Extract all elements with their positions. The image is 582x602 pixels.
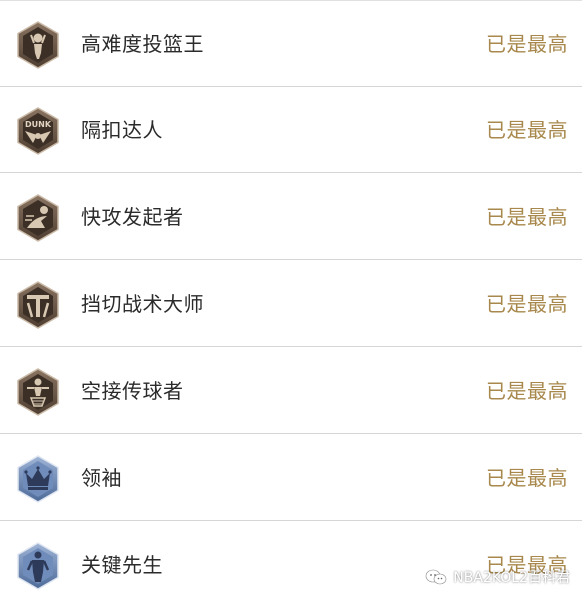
clutch-player-badge-icon (17, 542, 59, 590)
badge-name: 关键先生 (81, 553, 163, 577)
badge-list: 高难度投篮王 已是最高 DUNK 隔扣达人 已是最高 快攻发起者 已是最高 挡切… (0, 0, 582, 602)
badge-row-alley-oop[interactable]: 空接传球者 已是最高 (0, 348, 582, 434)
alley-oop-badge-icon (17, 368, 59, 416)
wechat-icon (425, 569, 447, 585)
badge-status: 已是最高 (486, 205, 568, 229)
badge-name: 挡切战术大师 (81, 292, 204, 316)
badge-row-leader[interactable]: 领袖 已是最高 (0, 435, 582, 521)
dunk-badge-icon: DUNK (17, 107, 59, 155)
badge-status: 已是最高 (486, 32, 568, 56)
fast-break-badge-icon (17, 194, 59, 242)
badge-row-clutch[interactable]: 关键先生 已是最高 (0, 522, 582, 602)
pick-and-roll-badge-icon (17, 281, 59, 329)
watermark-text: NBA2KOL2百科君 (453, 570, 570, 586)
tough-shot-badge-icon (17, 21, 59, 69)
badge-row-dunk[interactable]: DUNK 隔扣达人 已是最高 (0, 87, 582, 173)
badge-row-pick-and-roll[interactable]: 挡切战术大师 已是最高 (0, 261, 582, 347)
dunk-icon-text: DUNK (25, 120, 52, 129)
badge-row-fast-break[interactable]: 快攻发起者 已是最高 (0, 174, 582, 260)
badge-row-tough-shot[interactable]: 高难度投篮王 已是最高 (0, 1, 582, 87)
badge-name: 高难度投篮王 (81, 32, 204, 56)
badge-name: 快攻发起者 (81, 205, 184, 229)
badge-name: 隔扣达人 (81, 118, 163, 142)
badge-name: 领袖 (81, 466, 122, 490)
crown-badge-icon (17, 455, 59, 503)
badge-status: 已是最高 (486, 118, 568, 142)
badge-status: 已是最高 (486, 466, 568, 490)
badge-status: 已是最高 (486, 292, 568, 316)
badge-status: 已是最高 (486, 379, 568, 403)
watermark: NBA2KOL2百科君 (425, 564, 570, 590)
badge-name: 空接传球者 (81, 379, 184, 403)
